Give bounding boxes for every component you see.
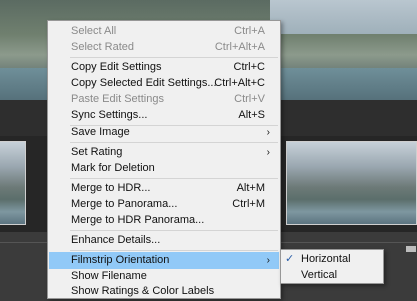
panel-toggle[interactable]: [406, 246, 416, 252]
menu-item-shortcut: Alt+S: [238, 109, 265, 121]
submenu-item-label: Horizontal: [301, 253, 351, 265]
photo-sky: [270, 0, 417, 34]
menu-item-copy-selected-edit-settings[interactable]: Copy Selected Edit Settings... Ctrl+Alt+…: [49, 75, 279, 92]
filmstrip-thumbnail[interactable]: [0, 141, 26, 225]
checkmark-icon: ✓: [285, 253, 295, 265]
menu-item-select-rated[interactable]: Select Rated Ctrl+Alt+A: [49, 39, 279, 56]
filmstrip-orientation-submenu: ✓ Horizontal Vertical: [280, 249, 384, 284]
menu-item-label: Set Rating: [71, 146, 123, 158]
menu-item-merge-to-hdr-panorama[interactable]: Merge to HDR Panorama...: [49, 212, 279, 229]
menu-separator: [70, 178, 278, 179]
menu-item-label: Show Ratings & Color Labels: [71, 285, 215, 297]
menu-item-save-image[interactable]: Save Image ›: [49, 124, 279, 141]
menu-item-label: Show Filename: [71, 270, 147, 282]
menu-item-label: Paste Edit Settings: [71, 93, 164, 105]
menu-item-shortcut: Ctrl+Alt+C: [214, 77, 265, 89]
menu-item-set-rating[interactable]: Set Rating ›: [49, 144, 279, 161]
menu-item-shortcut: Ctrl+A: [234, 25, 265, 37]
menu-item-label: Filmstrip Orientation: [71, 254, 170, 266]
submenu-item-label: Vertical: [301, 269, 338, 281]
menu-item-select-all[interactable]: Select All Ctrl+A: [49, 23, 279, 40]
menu-item-label: Mark for Deletion: [71, 162, 155, 174]
menu-item-copy-edit-settings[interactable]: Copy Edit Settings Ctrl+C: [49, 59, 279, 76]
menu-item-enhance-details[interactable]: Enhance Details...: [49, 232, 279, 249]
menu-separator: [70, 230, 278, 231]
menu-item-label: Copy Edit Settings: [71, 61, 162, 73]
menu-item-shortcut: Ctrl+M: [232, 198, 265, 210]
menu-separator: [70, 250, 278, 251]
menu-item-paste-edit-settings[interactable]: Paste Edit Settings Ctrl+V: [49, 91, 279, 108]
menu-item-filmstrip-orientation[interactable]: Filmstrip Orientation ›: [49, 252, 279, 269]
menu-item-shortcut: Alt+M: [236, 182, 265, 194]
chevron-right-icon: ›: [266, 147, 270, 158]
context-menu: Select All Ctrl+A Select Rated Ctrl+Alt+…: [47, 20, 281, 299]
menu-item-label: Copy Selected Edit Settings...: [71, 77, 217, 89]
menu-item-label: Select All: [71, 25, 117, 37]
menu-item-label: Select Rated: [71, 41, 134, 53]
menu-item-label: Merge to HDR Panorama...: [71, 214, 205, 226]
chevron-right-icon: ›: [266, 255, 270, 266]
menu-item-merge-to-panorama[interactable]: Merge to Panorama... Ctrl+M: [49, 196, 279, 213]
menu-item-merge-to-hdr[interactable]: Merge to HDR... Alt+M: [49, 180, 279, 197]
submenu-item-vertical[interactable]: Vertical: [282, 267, 382, 283]
menu-item-label: Enhance Details...: [71, 234, 161, 246]
menu-item-label: Save Image: [71, 126, 130, 138]
menu-item-label: Merge to Panorama...: [71, 198, 178, 210]
menu-item-shortcut: Ctrl+V: [234, 93, 265, 105]
filmstrip-thumbnail[interactable]: [286, 141, 417, 225]
menu-item-show-filename[interactable]: Show Filename: [49, 268, 279, 285]
menu-separator: [70, 142, 278, 143]
menu-item-shortcut: Ctrl+C: [233, 61, 265, 73]
menu-item-mark-for-deletion[interactable]: Mark for Deletion: [49, 160, 279, 177]
menu-separator: [70, 57, 278, 58]
submenu-item-horizontal[interactable]: ✓ Horizontal: [282, 251, 382, 267]
menu-item-label: Sync Settings...: [71, 109, 148, 121]
menu-item-sync-settings[interactable]: Sync Settings... Alt+S: [49, 107, 279, 124]
menu-item-show-ratings-color-labels[interactable]: Show Ratings & Color Labels: [49, 284, 279, 298]
menu-item-label: Merge to HDR...: [71, 182, 151, 194]
chevron-right-icon: ›: [266, 127, 270, 138]
menu-item-shortcut: Ctrl+Alt+A: [214, 41, 265, 53]
